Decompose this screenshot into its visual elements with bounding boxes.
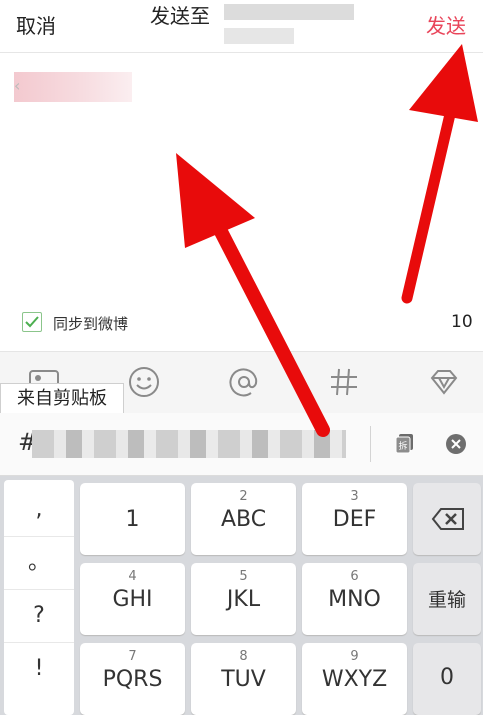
punct-comma-key[interactable]: , [4, 484, 74, 537]
reenter-key[interactable]: 重输 [413, 563, 481, 635]
mention-icon[interactable] [227, 365, 261, 399]
sync-label: 同步到微博 [53, 315, 129, 333]
quoted-content-blurred [14, 72, 132, 102]
split-icon[interactable]: 拆 [394, 432, 416, 454]
checkmark-icon [25, 316, 39, 328]
page-title: 发送至 [150, 4, 210, 28]
char-count: 10 [451, 312, 473, 332]
key-0[interactable]: 0 [413, 643, 481, 715]
key-8-tuv[interactable]: 8 TUV [191, 643, 296, 715]
key-9-wxyz[interactable]: 9 WXYZ [302, 643, 407, 715]
hashtag-icon[interactable] [327, 365, 361, 399]
punct-exclaim-key[interactable]: ! [4, 643, 74, 695]
emoji-icon[interactable] [127, 365, 161, 399]
key-6-mno[interactable]: 6 MNO [302, 563, 407, 635]
backspace-key[interactable] [413, 483, 481, 555]
clipboard-label: 来自剪贴板 [0, 383, 124, 414]
punct-question-key[interactable]: ? [4, 590, 74, 643]
key-3-def[interactable]: 3 DEF [302, 483, 407, 555]
recipient-subtitle-blurred [224, 28, 294, 44]
clipboard-text-blurred[interactable] [32, 430, 346, 458]
diamond-icon[interactable] [427, 365, 461, 399]
send-button[interactable]: 发送 [426, 10, 466, 39]
backspace-icon [431, 508, 464, 530]
quote-prefix: ‹ [14, 76, 21, 95]
sync-checkbox[interactable] [22, 312, 42, 332]
divider [370, 426, 371, 462]
key-4-ghi[interactable]: 4 GHI [80, 563, 185, 635]
key-2-abc[interactable]: 2 ABC [191, 483, 296, 555]
svg-text:拆: 拆 [398, 440, 407, 452]
cancel-button[interactable]: 取消 [16, 10, 56, 39]
recipient-name-blurred [224, 4, 354, 20]
key-1[interactable]: 1 [80, 483, 185, 555]
clear-icon[interactable] [445, 433, 467, 455]
key-5-jkl[interactable]: 5 JKL [191, 563, 296, 635]
key-7-pqrs[interactable]: 7 PQRS [80, 643, 185, 715]
punct-period-key[interactable]: 。 [4, 537, 74, 590]
